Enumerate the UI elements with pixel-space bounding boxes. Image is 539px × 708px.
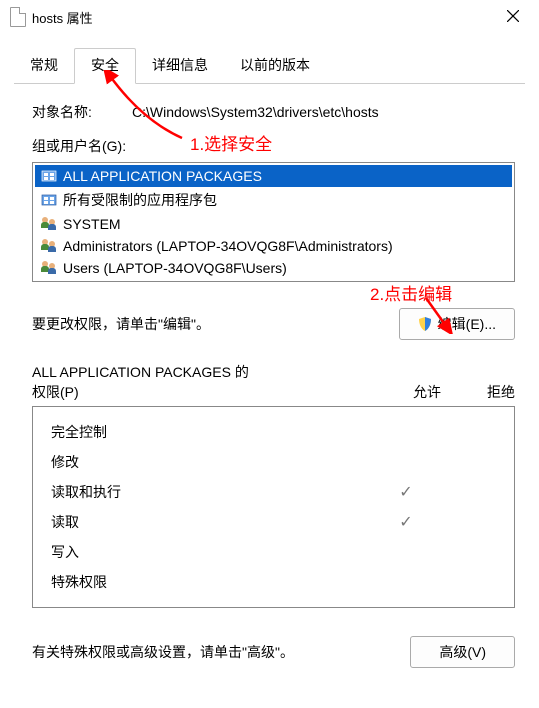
content-area: 对象名称: C:\Windows\System32\drivers\etc\ho… (0, 84, 539, 668)
list-item-label: Users (LAPTOP-34OVQG8F\Users) (63, 260, 287, 276)
permissions-label: 权限(P) (32, 382, 413, 402)
file-icon (10, 7, 26, 27)
perm-row-read-execute: 读取和执行 ✓ (51, 477, 496, 507)
perm-row-full-control: 完全控制 (51, 417, 496, 447)
perm-allow: ✓ (376, 512, 436, 532)
list-item-label: ALL APPLICATION PACKAGES (63, 168, 262, 184)
perm-row-read: 读取 ✓ (51, 507, 496, 537)
package-icon (41, 192, 57, 208)
groups-label: 组或用户名(G): (32, 136, 515, 156)
permissions-table: 完全控制 修改 读取和执行 ✓ 读取 ✓ 写入 特殊权限 (32, 406, 515, 608)
users-icon (41, 260, 57, 276)
edit-button[interactable]: 编辑(E)... (399, 308, 515, 340)
users-icon (41, 238, 57, 254)
object-name-label: 对象名称: (32, 102, 112, 122)
list-item-administrators[interactable]: Administrators (LAPTOP-34OVQG8F\Administ… (35, 235, 512, 257)
annotation-step1: 1.选择安全 (190, 130, 272, 155)
tab-previous-versions[interactable]: 以前的版本 (224, 49, 326, 83)
permissions-header: ALL APPLICATION PACKAGES 的 权限(P) 允许 拒绝 (32, 362, 515, 402)
perm-allow: ✓ (376, 482, 436, 502)
perm-name: 读取 (51, 512, 376, 532)
advanced-button[interactable]: 高级(V) (410, 636, 515, 668)
tab-strip: 常规 安全 详细信息 以前的版本 (14, 48, 525, 84)
package-icon (41, 168, 57, 184)
titlebar: hosts 属性 (0, 0, 539, 34)
perm-name: 完全控制 (51, 422, 376, 442)
permissions-deny-header: 拒绝 (487, 382, 515, 402)
users-icon (41, 216, 57, 232)
list-item-users[interactable]: Users (LAPTOP-34OVQG8F\Users) (35, 257, 512, 279)
perm-row-special: 特殊权限 (51, 567, 496, 597)
edit-button-label: 编辑(E)... (438, 314, 496, 334)
perm-row-modify: 修改 (51, 447, 496, 477)
permissions-allow-header: 允许 (413, 382, 441, 402)
perm-name: 修改 (51, 452, 376, 472)
list-item-label: 所有受限制的应用程序包 (63, 190, 217, 210)
perm-name: 特殊权限 (51, 572, 376, 592)
edit-hint: 要更改权限，请单击"编辑"。 (32, 314, 210, 334)
list-item-restricted-app-packages[interactable]: 所有受限制的应用程序包 (35, 187, 512, 213)
permissions-owner-text: ALL APPLICATION PACKAGES 的 (32, 362, 413, 382)
perm-name: 读取和执行 (51, 482, 376, 502)
close-button[interactable] (497, 6, 529, 29)
list-item-all-app-packages[interactable]: ALL APPLICATION PACKAGES (35, 165, 512, 187)
window-title: hosts 属性 (32, 8, 93, 27)
perm-row-write: 写入 (51, 537, 496, 567)
advanced-hint: 有关特殊权限或高级设置，请单击"高级"。 (32, 642, 294, 662)
tab-security[interactable]: 安全 (74, 48, 136, 84)
object-name-value: C:\Windows\System32\drivers\etc\hosts (132, 104, 379, 120)
close-icon (507, 10, 519, 22)
advanced-button-label: 高级(V) (439, 642, 486, 662)
groups-listbox[interactable]: ALL APPLICATION PACKAGES 所有受限制的应用程序包 SYS… (32, 162, 515, 282)
annotation-step2: 2.点击编辑 (370, 280, 452, 305)
perm-name: 写入 (51, 542, 376, 562)
list-item-label: Administrators (LAPTOP-34OVQG8F\Administ… (63, 238, 393, 254)
shield-icon (418, 317, 432, 331)
list-item-label: SYSTEM (63, 216, 121, 232)
tab-general[interactable]: 常规 (14, 49, 74, 83)
list-item-system[interactable]: SYSTEM (35, 213, 512, 235)
tab-details[interactable]: 详细信息 (136, 49, 224, 83)
